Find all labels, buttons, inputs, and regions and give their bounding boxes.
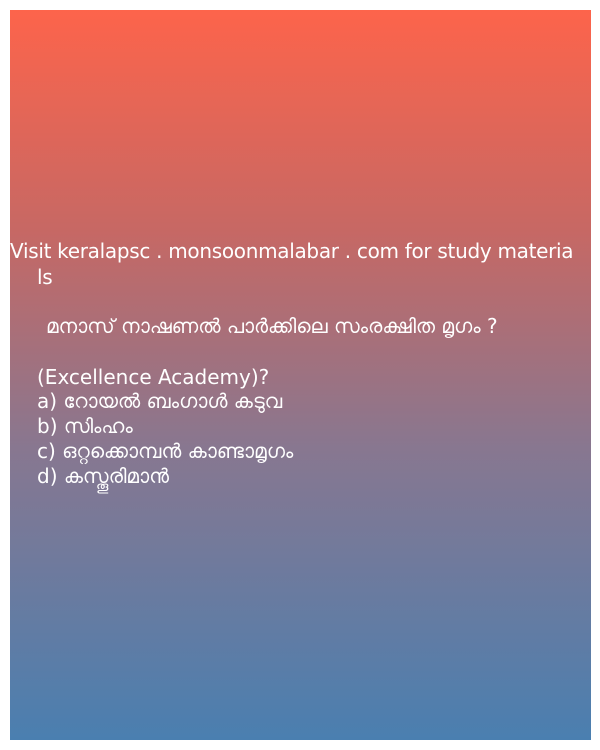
option-d: d) കസ്തൂരിമാൻ <box>37 464 169 488</box>
options-list: a) റോയൽ ബംഗാൾ കടുവ b) സിംഹം c) ഒറ്റക്കൊമ… <box>37 389 293 489</box>
question-text: മനാസ് നാഷണൽ പാർക്കിലെ സംരക്ഷിത മൃഗം ? <box>46 314 498 338</box>
promo-text: Visit keralapsc . monsoonmalabar . com f… <box>10 238 591 290</box>
option-a: a) റോയൽ ബംഗാൾ കടുവ <box>37 389 283 413</box>
option-c: c) ഒറ്റക്കൊമ്പൻ കാണ്ടാമൃഗം <box>37 439 294 463</box>
option-b: b) സിംഹം <box>37 414 133 438</box>
source-label: (Excellence Academy)? <box>37 365 270 389</box>
promo-text-line-1: Visit keralapsc . monsoonmalabar . com f… <box>10 239 574 263</box>
promo-text-line-2: ls <box>37 265 53 289</box>
question-card: Visit keralapsc . monsoonmalabar . com f… <box>10 10 591 740</box>
